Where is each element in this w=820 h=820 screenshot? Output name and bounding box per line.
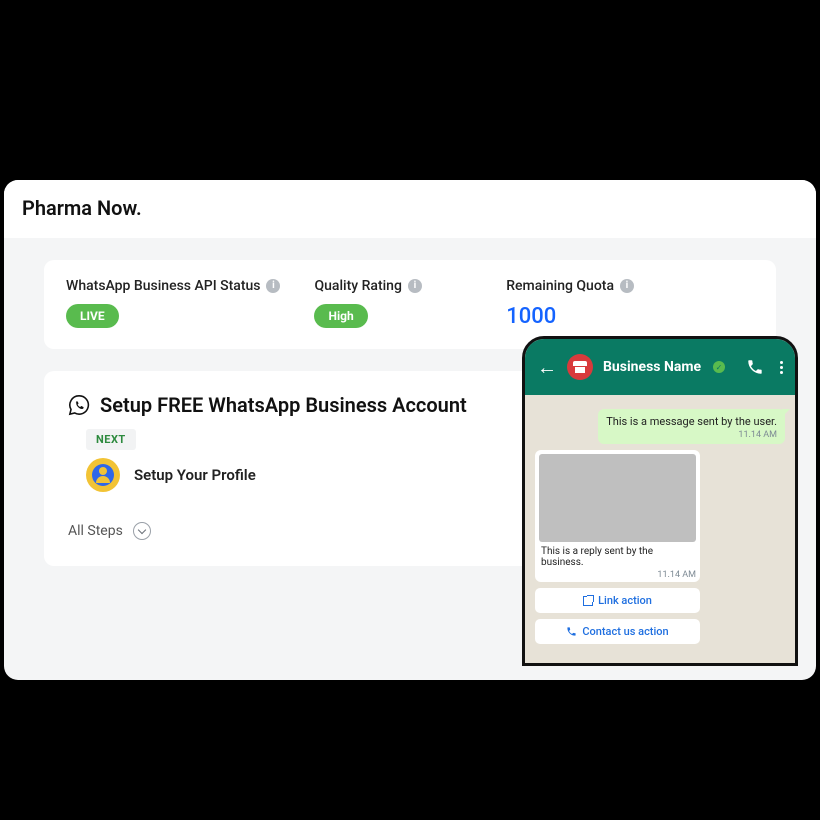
quality-badge: High xyxy=(314,304,367,328)
link-action-label: Link action xyxy=(598,594,652,607)
chevron-down-icon xyxy=(133,522,151,540)
chat-header: ← Business Name ✓ xyxy=(525,339,795,395)
api-status-label: WhatsApp Business API Status xyxy=(66,278,260,294)
verified-icon: ✓ xyxy=(713,361,725,373)
phone-preview: ← Business Name ✓ This is a message sent… xyxy=(522,336,798,666)
api-status-col: WhatsApp Business API Status i LIVE xyxy=(66,278,280,329)
setup-title: Setup FREE WhatsApp Business Account xyxy=(100,393,467,417)
business-name[interactable]: Business Name xyxy=(603,359,701,375)
quality-label: Quality Rating xyxy=(314,278,401,294)
quota-value: 1000 xyxy=(506,304,634,329)
next-tag: NEXT xyxy=(86,429,136,450)
business-message-time: 11.14 AM xyxy=(539,570,696,580)
api-status-badge: LIVE xyxy=(66,304,119,328)
quality-col: Quality Rating i High xyxy=(314,278,421,329)
user-message-time: 11.14 AM xyxy=(606,430,777,440)
profile-icon xyxy=(86,458,120,492)
user-message-text: This is a message sent by the user. xyxy=(606,415,777,428)
call-icon[interactable] xyxy=(746,358,764,376)
contact-action-button[interactable]: Contact us action xyxy=(535,619,700,644)
info-icon[interactable]: i xyxy=(408,279,422,293)
link-action-button[interactable]: Link action xyxy=(535,588,700,613)
business-message-text: This is a reply sent by the business. xyxy=(539,542,696,568)
all-steps-label: All Steps xyxy=(68,523,123,539)
page-title: Pharma Now. xyxy=(22,196,798,220)
dashboard-header: Pharma Now. xyxy=(4,180,816,238)
contact-action-label: Contact us action xyxy=(582,625,668,638)
phone-icon xyxy=(566,626,577,637)
business-message-bubble: This is a reply sent by the business. 11… xyxy=(535,450,700,582)
quota-label: Remaining Quota xyxy=(506,278,614,294)
back-icon[interactable]: ← xyxy=(537,355,557,380)
external-link-icon xyxy=(583,596,593,606)
setup-step-label: Setup Your Profile xyxy=(134,466,256,484)
info-icon[interactable]: i xyxy=(620,279,634,293)
chat-area: This is a message sent by the user. 11.1… xyxy=(525,395,795,644)
info-icon[interactable]: i xyxy=(266,279,280,293)
kebab-icon[interactable] xyxy=(780,361,783,374)
message-image-placeholder xyxy=(539,454,696,542)
quota-col: Remaining Quota i 1000 xyxy=(506,278,754,329)
whatsapp-icon xyxy=(68,394,90,416)
user-message-bubble: This is a message sent by the user. 11.1… xyxy=(598,409,785,444)
business-avatar[interactable] xyxy=(567,354,593,380)
store-icon xyxy=(573,361,587,373)
